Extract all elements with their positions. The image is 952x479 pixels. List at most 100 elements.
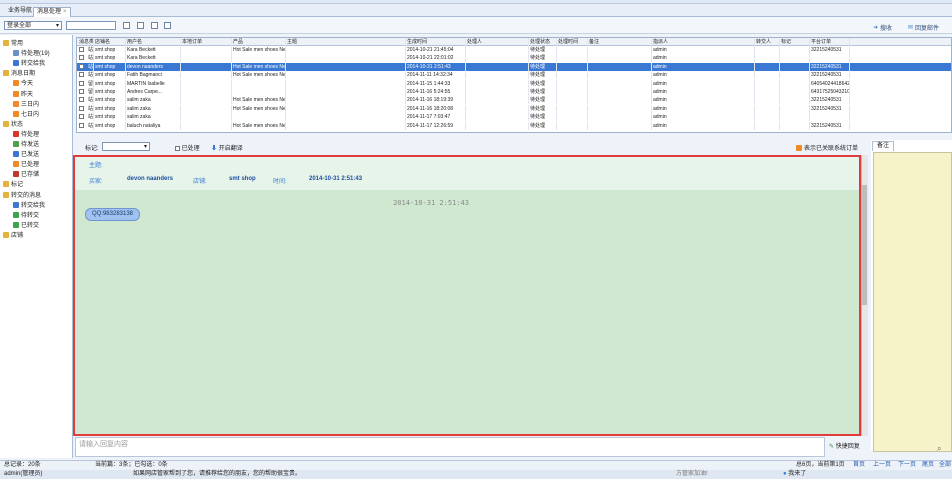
column-header[interactable]: 处理人 [466,38,529,46]
sidebar-item[interactable]: 转交给我 [0,59,73,69]
online-status[interactable]: ● 我来了 [783,470,806,479]
mark-select[interactable]: ▾ [102,142,150,151]
column-header[interactable]: 处理状态 [529,38,557,46]
column-header[interactable]: 生成时间 [406,38,466,46]
settings-icon[interactable] [164,22,171,29]
sidebar-item[interactable]: 三日内 [0,100,73,110]
row-checkbox[interactable] [79,55,84,61]
table-cell [588,54,652,63]
sidebar-item[interactable]: 店铺 [0,231,73,241]
tab-nav[interactable]: 业务导航 [5,7,35,17]
table-row[interactable]: 站内信smt shopKara Beckett Hot Sale men shoe… [77,46,951,54]
reply-mail-button[interactable]: ✉ 回复邮件 [908,23,939,32]
table-row[interactable]: 留言smt shopAndres Carpe... 2014-11-16 5:24… [77,88,951,96]
fetch-button[interactable]: ➜ 搜收 [873,23,892,32]
column-header[interactable]: 消息类型 [78,38,94,46]
pager-next[interactable]: 下一页 [898,461,916,470]
calendar-icon [13,100,19,107]
column-header[interactable]: 店铺名 [94,38,126,46]
import-icon[interactable] [151,22,158,29]
sidebar-item[interactable]: 待转交 [0,211,73,221]
sidebar-item[interactable]: 标记 [0,180,73,190]
table-cell [588,104,652,113]
sidebar-item[interactable]: 七日内 [0,110,73,120]
table-cell [466,46,529,54]
sidebar-item[interactable]: 已发送 [0,150,73,160]
sidebar-item[interactable]: 常用 [0,39,73,49]
column-header[interactable]: 产品 [232,38,286,46]
table-row[interactable]: 站内信smt shopFatih Bagmanci Hot Sale men sh… [77,71,951,80]
pager-prev[interactable]: 上一页 [873,461,891,470]
refresh-icon[interactable] [123,22,130,29]
sidebar-item[interactable]: 今天 [0,79,73,89]
table-cell: 站内信 [88,71,94,80]
table-row[interactable]: 站内信smt shopsalim zaka 2014-11-17 7:03:47 待… [77,113,951,122]
row-checkbox[interactable] [79,114,84,120]
pager-first[interactable]: 首页 [853,461,865,470]
table-cell [557,88,588,96]
show-orders-label: 表示已关联系统订单 [804,146,859,152]
pager-all[interactable]: 全部 [939,461,951,470]
translate-toggle[interactable]: ⬇ 开启翻译 [211,143,243,152]
show-orders-toggle[interactable]: 表示已关联系统订单 [796,143,858,152]
sidebar-item[interactable]: 昨天 [0,90,73,100]
table-cell [181,113,232,122]
table-row[interactable]: 站内信smt shopKara Beckett 2014-10-21 22:01:… [77,54,951,63]
column-header[interactable]: 主题 [286,38,406,46]
row-checkbox[interactable] [79,80,84,86]
table-row[interactable]: 站内信smt shopbaluch nataliya Hot Sale men s… [77,121,951,130]
sidebar-item[interactable]: 状态 [0,120,73,130]
table-row[interactable]: 站内信smt shopdevon naanders Hot Sale men sh… [77,62,951,71]
table-cell: 2014-11-15 1:44:33 [406,79,466,88]
row-checkbox[interactable] [79,47,84,52]
sidebar-item[interactable]: 已处理 [0,160,73,170]
sidebar-item[interactable]: 消息日期 [0,69,73,79]
column-header[interactable]: 指派人 [652,38,755,46]
table-cell: Hot Sale men shoes New Style 2014 S... [233,46,286,54]
sidebar-item[interactable]: 待处理 [0,130,73,140]
sidebar-item[interactable]: 待发送 [0,140,73,150]
table-cell: smt shop [94,121,126,130]
processed-checkbox[interactable]: 已处理 [175,143,200,152]
table-row[interactable]: 站内信smt shopsalim zaka Hot Sale men shoes … [77,96,951,105]
quick-reply-button[interactable]: ✎ 快捷回复 [829,441,860,450]
column-header[interactable]: 本地订单 [181,38,232,46]
sidebar-item[interactable]: 已存储 [0,170,73,180]
close-icon[interactable]: × [63,9,67,15]
tab-message-processing[interactable]: 消息处理 × [33,7,71,17]
search-input[interactable] [66,21,116,30]
table-cell [286,121,406,130]
pager-last[interactable]: 尾页 [922,461,934,470]
column-header[interactable]: 转交人 [755,38,780,46]
row-checkbox[interactable] [79,105,84,111]
notes-area[interactable] [873,152,952,452]
export-icon[interactable] [137,22,144,29]
fetch-label: 搜收 [880,26,893,32]
scrollbar-thumb[interactable] [862,185,867,305]
row-checkbox[interactable] [79,72,84,78]
row-checkbox[interactable] [79,63,84,69]
table-cell [588,71,652,80]
table-cell: smt shop [94,88,126,96]
sidebar-item[interactable]: 已转交 [0,221,73,231]
column-header[interactable]: 处理时间 [557,38,588,46]
column-header[interactable]: 标记 [780,38,810,46]
table-row[interactable]: 留言smt shopMARTIN Isabelle 2014-11-15 1:44… [77,79,951,88]
column-header[interactable]: 备注 [588,38,652,46]
tab-label: 消息处理 [37,9,62,15]
table-cell: admin [652,121,755,130]
account-select[interactable]: 登录全部 ▾ [4,21,62,30]
send-icon[interactable]: ⌕ [937,444,941,454]
sidebar-item[interactable]: 待处理(19) [0,49,73,59]
row-checkbox[interactable] [79,97,84,103]
column-header[interactable]: 平台订单 [810,38,850,46]
row-checkbox[interactable] [79,122,84,128]
table-cell: MARTIN Isabelle [126,79,181,88]
table-cell: salim zaka [126,96,181,105]
reply-input[interactable]: 请输入回复内容 [75,437,825,457]
tab-notes[interactable]: 备注 [872,141,894,151]
table-row[interactable]: 站内信smt shopsalim zaka Hot Sale men shoes … [77,104,951,113]
row-checkbox[interactable] [79,89,84,94]
table-cell: 32215240531 [810,96,850,105]
column-header[interactable]: 用户名 [126,38,181,46]
